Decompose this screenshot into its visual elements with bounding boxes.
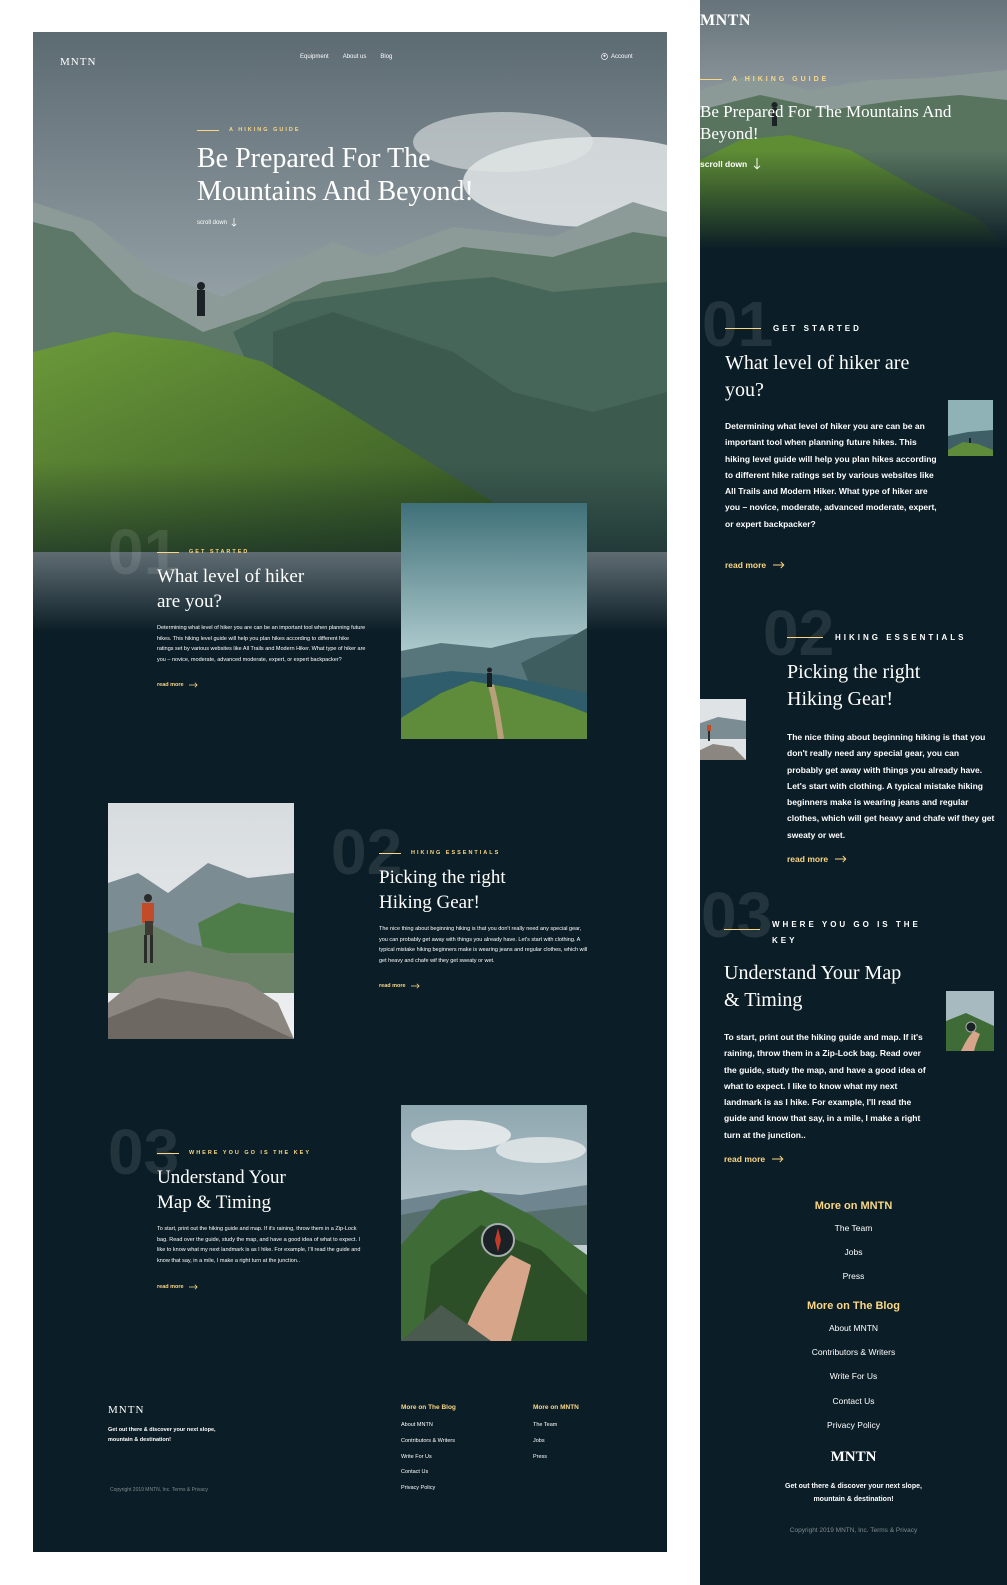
arrow-down-icon xyxy=(753,158,761,170)
account-link[interactable]: Account xyxy=(601,53,633,60)
nav-item-blog[interactable]: Blog xyxy=(380,54,392,60)
footer-link-about[interactable]: About MNTN xyxy=(401,1418,456,1434)
mobile-hiker-on-trail-photo xyxy=(948,400,993,456)
footer-mntn-title: More on MNTN xyxy=(533,1404,579,1411)
section-title-01: What level of hiker are you? xyxy=(157,566,305,612)
section-tag-03: WHERE YOU GO IS THE KEY xyxy=(157,1150,311,1156)
footer-link-team[interactable]: The Team xyxy=(533,1418,579,1434)
arrow-down-icon xyxy=(231,218,237,227)
mobile-section-text-01: Determining what level of hiker you are … xyxy=(725,421,937,529)
mobile-footer-link-write[interactable]: Write For Us xyxy=(700,1364,1007,1388)
arrow-right-icon xyxy=(188,682,198,688)
logo[interactable]: MNTN xyxy=(60,52,96,70)
section-title-03: Understand Your Map & Timing xyxy=(157,1167,286,1213)
section-tag-01: GET STARTED xyxy=(157,549,249,555)
footer-logo[interactable]: MNTN xyxy=(108,1404,144,1416)
section-tag-02: HIKING ESSENTIALS xyxy=(379,850,500,856)
section-text-03: To start, print out the hiking guide and… xyxy=(157,1226,361,1264)
section-title-02: Picking the right Hiking Gear! xyxy=(379,867,506,913)
mobile-read-more-02[interactable]: read more xyxy=(787,854,847,864)
mobile-footer-link-team[interactable]: The Team xyxy=(700,1216,1007,1240)
read-more-link-03[interactable]: read more xyxy=(157,1284,198,1290)
hero-title: Be Prepared For The Mountains And Beyond… xyxy=(197,143,474,207)
arrow-right-icon xyxy=(772,1155,784,1163)
mobile-section-title-02: Picking the right Hiking Gear! xyxy=(787,661,921,710)
eyebrow-line xyxy=(197,129,219,131)
mobile-logo[interactable]: MNTN xyxy=(700,12,751,30)
hiker-on-trail-photo xyxy=(401,503,587,739)
mobile-section-title-03: Understand Your Map & Timing xyxy=(724,962,902,1011)
footer-link-jobs[interactable]: Jobs xyxy=(533,1434,579,1450)
mobile-footer-blog: More on The Blog About MNTN Contributors… xyxy=(700,1300,1007,1437)
mobile-section-title-01: What level of hiker are you? xyxy=(725,352,910,401)
nav-item-equipment[interactable]: Equipment xyxy=(300,54,329,60)
scroll-down-link[interactable]: scroll down xyxy=(197,218,237,227)
hiker-on-rock-photo xyxy=(108,803,294,1039)
footer-link-write-for-us[interactable]: Write For Us xyxy=(401,1450,456,1466)
mobile-hiker-on-rock-photo xyxy=(700,699,746,760)
footer-copyright: Copyright 2019 MNTN, Inc. Terms & Privac… xyxy=(110,1487,208,1493)
main-nav: Equipment About us Blog xyxy=(300,54,392,60)
footer-blog-links: More on The Blog About MNTN Contributors… xyxy=(401,1404,456,1497)
mobile-section-text-03: To start, print out the hiking guide and… xyxy=(724,1032,926,1140)
user-circle-icon xyxy=(601,53,608,60)
mobile-section-tag-03: WHERE YOU GO IS THE KEY xyxy=(724,917,921,949)
mobile-section-tag-02: HIKING ESSENTIALS xyxy=(787,633,966,642)
mobile-read-more-01[interactable]: read more xyxy=(725,560,785,570)
read-more-link-02[interactable]: read more xyxy=(379,983,420,989)
footer-link-press[interactable]: Press xyxy=(533,1450,579,1466)
mobile-hero-title: Be Prepared For The Mountains And Beyond… xyxy=(700,102,952,143)
nav-item-about-us[interactable]: About us xyxy=(343,54,367,60)
footer-link-contributors[interactable]: Contributors & Writers xyxy=(401,1434,456,1450)
mobile-scroll-down[interactable]: scroll down xyxy=(700,158,761,170)
desktop-page: MNTN Equipment About us Blog Account A H… xyxy=(33,32,667,1552)
arrow-right-icon xyxy=(773,561,785,569)
footer-link-contact[interactable]: Contact Us xyxy=(401,1465,456,1481)
footer-tagline: Get out there & discover your next slope… xyxy=(108,1427,216,1443)
mobile-footer-link-press[interactable]: Press xyxy=(700,1264,1007,1288)
arrow-right-icon xyxy=(410,983,420,989)
footer-mntn-links: More on MNTN The Team Jobs Press xyxy=(533,1404,579,1465)
mobile-footer-link-contributors[interactable]: Contributors & Writers xyxy=(700,1340,1007,1364)
arrow-right-icon xyxy=(188,1284,198,1290)
read-more-link-01[interactable]: read more xyxy=(157,682,198,688)
mobile-footer-copyright: Copyright 2019 MNTN, Inc. Terms & Privac… xyxy=(789,1527,918,1534)
mobile-footer-mntn: More on MNTN The Team Jobs Press xyxy=(700,1200,1007,1288)
footer-link-privacy[interactable]: Privacy Policy xyxy=(401,1481,456,1497)
mobile-footer-link-contact[interactable]: Contact Us xyxy=(700,1389,1007,1413)
hero-eyebrow: A HIKING GUIDE xyxy=(197,127,301,133)
mobile-footer-link-jobs[interactable]: Jobs xyxy=(700,1240,1007,1264)
mobile-footer-tagline: Get out there & discover your next slope… xyxy=(785,1483,922,1503)
mobile-footer-link-about[interactable]: About MNTN xyxy=(700,1316,1007,1340)
footer-blog-title: More on The Blog xyxy=(401,1404,456,1411)
mobile-footer-logo[interactable]: MNTN xyxy=(700,1449,1007,1466)
mobile-hero-eyebrow: A HIKING GUIDE xyxy=(700,76,829,83)
mobile-compass-in-hand-photo xyxy=(946,991,994,1051)
mobile-footer-link-privacy[interactable]: Privacy Policy xyxy=(700,1413,1007,1437)
mobile-page: MNTN A HIKING GUIDE Be Prepared For The … xyxy=(700,0,1007,1585)
mobile-read-more-03[interactable]: read more xyxy=(724,1154,784,1164)
mobile-section-tag-01: GET STARTED xyxy=(725,324,862,333)
arrow-right-icon xyxy=(835,855,847,863)
mobile-section-text-02: The nice thing about beginning hiking is… xyxy=(787,732,995,840)
section-text-02: The nice thing about beginning hiking is… xyxy=(379,926,588,964)
compass-in-hand-photo xyxy=(401,1105,587,1341)
section-text-01: Determining what level of hiker you are … xyxy=(157,625,366,663)
